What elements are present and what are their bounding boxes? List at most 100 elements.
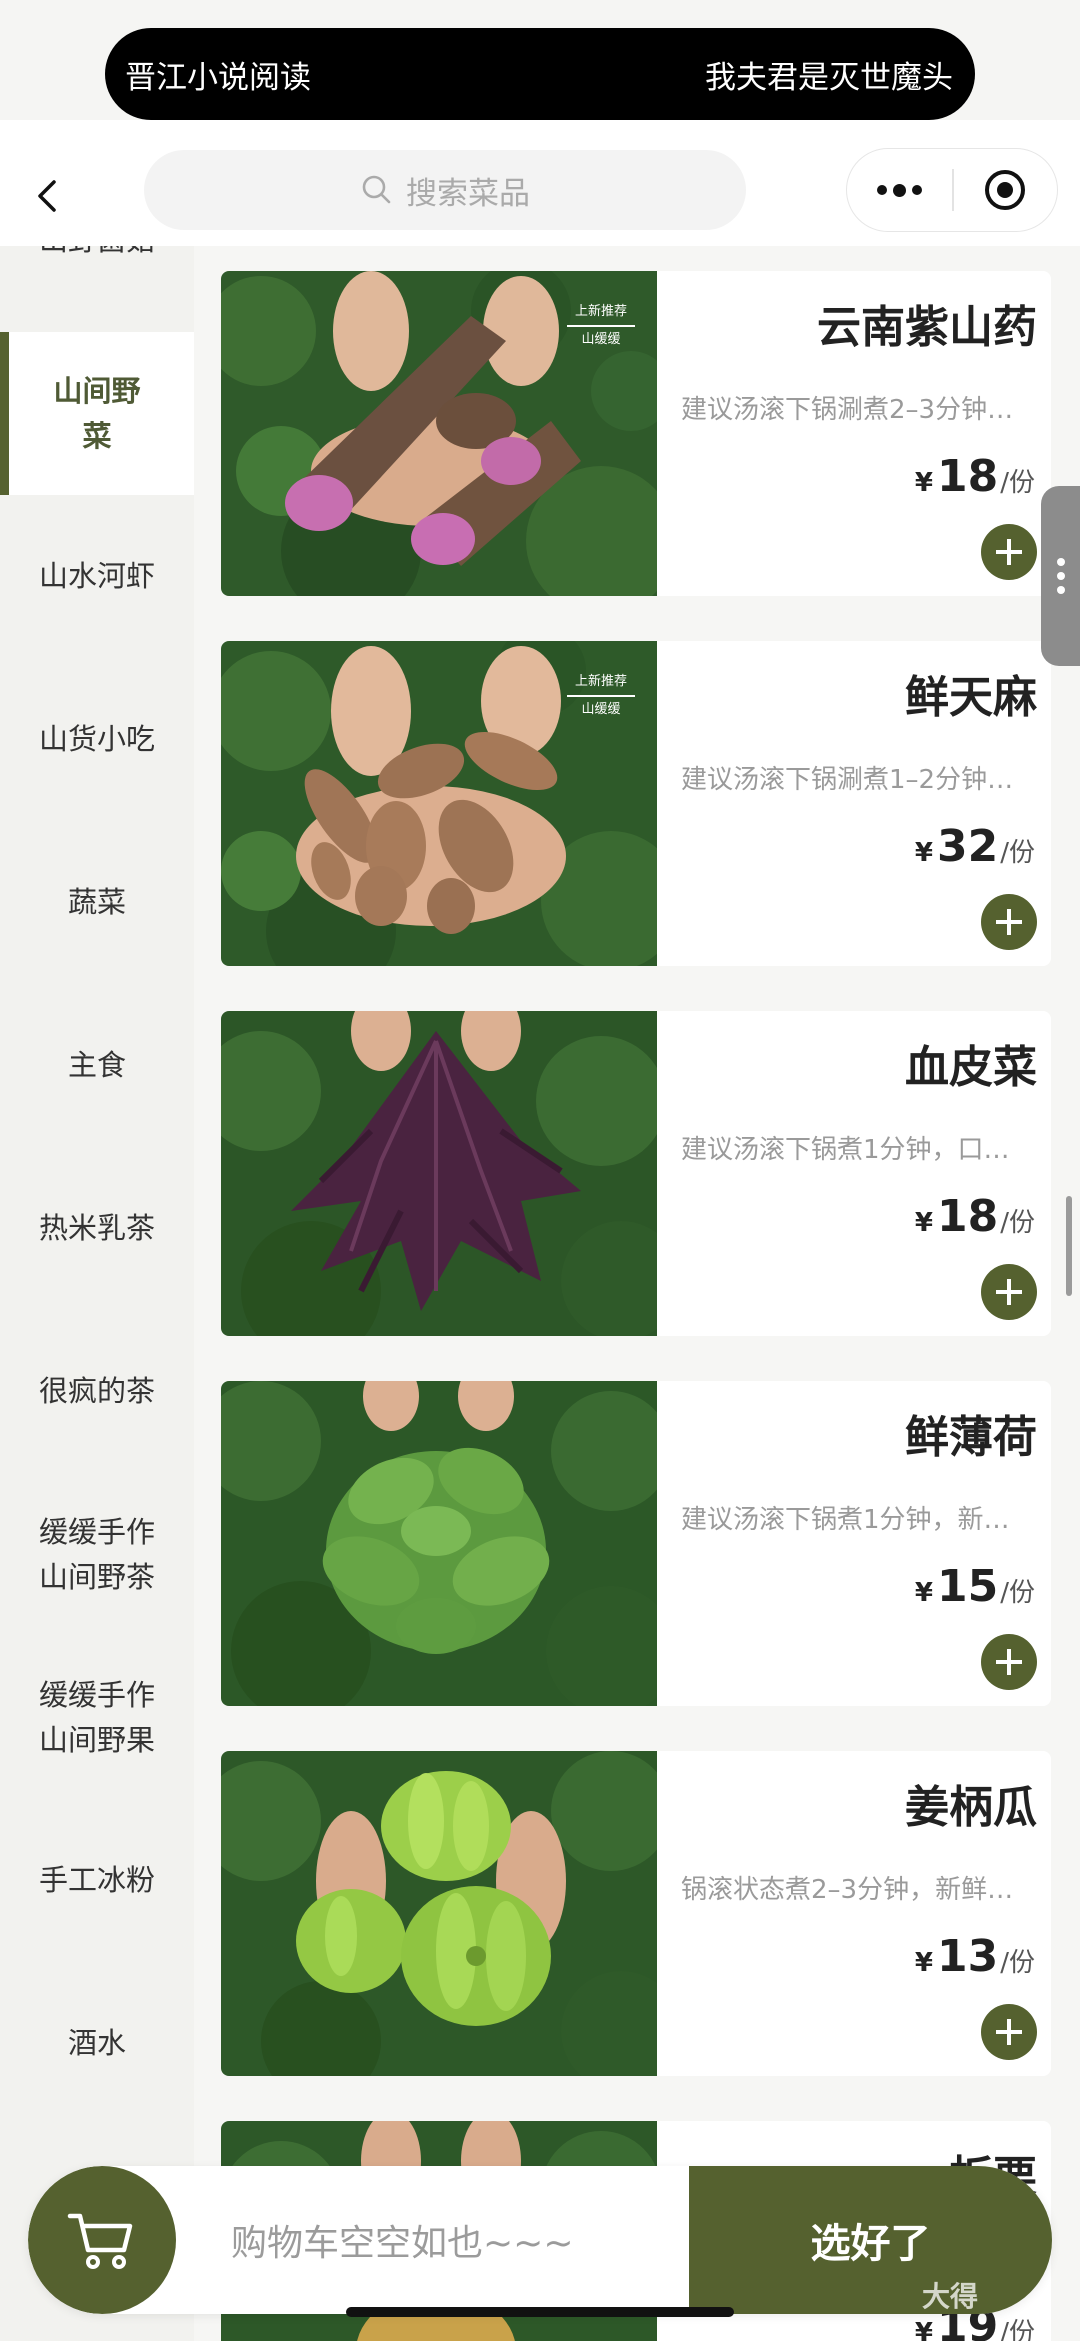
- more-button[interactable]: [847, 183, 952, 197]
- handle-dot-icon: [1056, 572, 1065, 580]
- price-unit: /份: [1000, 468, 1035, 498]
- chevron-left-icon: [38, 180, 56, 212]
- cart-button[interactable]: [28, 2166, 176, 2314]
- add-to-cart-button[interactable]: [981, 1264, 1037, 1320]
- sidebar-item-label: 主食: [67, 1048, 126, 1082]
- product-image: [221, 1751, 657, 2076]
- price-unit: /份: [1000, 1948, 1035, 1978]
- product-card[interactable]: 鲜薄荷 建议汤滚下锅煮1分钟，新鲜清凉 ¥ 15 /份: [221, 1381, 1051, 1706]
- price-unit: /份: [1000, 1578, 1035, 1608]
- price-currency: ¥: [914, 1208, 933, 1238]
- plus-icon: [996, 1279, 1022, 1305]
- add-to-cart-button[interactable]: [981, 2004, 1037, 2060]
- product-price: ¥ 18 /份: [915, 1191, 1035, 1242]
- product-list: 上新推荐 山缓缓 云南紫山药 建议汤滚下锅涮煮2–3分钟，口感软糯 ¥ 18 /…: [194, 246, 1080, 2341]
- price-value: 15: [937, 1561, 999, 1612]
- plus-icon: [996, 909, 1022, 935]
- sidebar-item-rice-milk-tea[interactable]: 热米乳茶: [0, 1147, 194, 1310]
- add-to-cart-button[interactable]: [981, 1634, 1037, 1690]
- product-price: ¥ 15 /份: [915, 1561, 1035, 1612]
- sidebar-item-drinks[interactable]: 酒水: [0, 1962, 194, 2125]
- floating-menu-handle[interactable]: [1041, 486, 1080, 666]
- product-image: 上新推荐 山缓缓: [221, 641, 657, 966]
- sidebar-item-label: 缓缓手作山间野茶: [38, 1514, 155, 1594]
- product-image: 上新推荐 山缓缓: [221, 271, 657, 596]
- price-value: 18: [937, 451, 999, 502]
- price-currency: ¥: [914, 468, 933, 498]
- product-card[interactable]: 血皮菜 建议汤滚下锅煮1分钟，口感清香 ¥ 18 /份: [221, 1011, 1051, 1336]
- handle-dot-icon: [1056, 586, 1065, 594]
- product-description: 建议汤滚下锅煮1分钟，口感清香: [681, 1135, 1021, 1165]
- cart-bar: 购物车空空如也~~~ 选好了: [28, 2166, 1052, 2314]
- shopping-cart-icon: [67, 2213, 133, 2269]
- badge-divider: [567, 325, 635, 327]
- header: 搜索菜品: [0, 120, 1080, 246]
- sidebar-item-crazy-tea[interactable]: 很疯的茶: [0, 1310, 194, 1473]
- product-name: 姜柄瓜: [905, 1782, 1037, 1833]
- sidebar-item-ice-jelly[interactable]: 手工冰粉: [0, 1799, 194, 1962]
- plus-icon: [996, 1649, 1022, 1675]
- product-name: 鲜薄荷: [905, 1412, 1037, 1463]
- price-unit: /份: [1000, 2318, 1035, 2341]
- target-icon: [985, 170, 1026, 210]
- home-indicator[interactable]: [346, 2307, 734, 2317]
- sidebar-item-handmade-wild-fruit[interactable]: 缓缓手作山间野果: [0, 1636, 194, 1799]
- badge-title: 上新推荐: [574, 674, 627, 689]
- sidebar-item-wild-greens[interactable]: 山间野菜: [0, 332, 194, 495]
- new-arrival-badge: 上新推荐 山缓缓: [561, 671, 641, 721]
- watermark: 大得: [922, 2280, 979, 2313]
- scrollbar[interactable]: [1066, 1196, 1072, 1296]
- sidebar-item-label: 山野菌菇: [39, 246, 155, 263]
- sidebar-item-label: 山货小吃: [38, 722, 155, 756]
- product-price: ¥ 32 /份: [915, 821, 1035, 872]
- sidebar-item-snacks[interactable]: 山货小吃: [0, 658, 194, 821]
- product-name: 云南紫山药: [817, 302, 1037, 353]
- sidebar-item-label: 山间野菜: [53, 373, 141, 453]
- add-to-cart-button[interactable]: [981, 524, 1037, 580]
- close-miniprogram-button[interactable]: [954, 167, 1057, 213]
- search-icon: [362, 175, 391, 204]
- notification-banner[interactable]: 晋江小说阅读 我夫君是灭世魔头: [105, 28, 975, 120]
- back-button[interactable]: [28, 176, 68, 216]
- sidebar-item-mushroom[interactable]: 山野菌菇: [0, 246, 194, 280]
- product-description: 建议汤滚下锅涮煮2–3分钟，口感软糯: [681, 395, 1021, 425]
- sidebar-item-label: 酒水: [67, 2026, 126, 2060]
- product-description: 建议汤滚下锅煮1分钟，新鲜清凉: [681, 1505, 1021, 1535]
- sidebar-item-label: 手工冰粉: [38, 1863, 155, 1897]
- product-price: ¥ 13 /份: [915, 1931, 1035, 1982]
- more-dot-icon: [893, 183, 907, 197]
- sidebar-item-label: 缓缓手作山间野果: [38, 1677, 155, 1757]
- sidebar-item-label: 热米乳茶: [38, 1211, 155, 1245]
- product-card[interactable]: 上新推荐 山缓缓 云南紫山药 建议汤滚下锅涮煮2–3分钟，口感软糯 ¥ 18 /…: [221, 271, 1051, 596]
- cart-empty-text: 购物车空空如也~~~: [231, 2223, 574, 2264]
- badge-brand: 山缓缓: [581, 701, 621, 717]
- sidebar-item-handmade-wild-tea[interactable]: 缓缓手作山间野茶: [0, 1473, 194, 1636]
- add-to-cart-button[interactable]: [981, 894, 1037, 950]
- product-card[interactable]: 上新推荐 山缓缓 鲜天麻 建议汤滚下锅涮煮1–2分钟，口感爽脆 ¥ 32 /份: [221, 641, 1051, 966]
- price-value: 13: [937, 1931, 999, 1982]
- sidebar-item-label: 蔬菜: [67, 885, 126, 919]
- price-unit: /份: [1000, 1208, 1035, 1238]
- banner-app-name: 晋江小说阅读: [125, 59, 311, 96]
- miniprogram-capsule: [846, 148, 1058, 232]
- badge-brand: 山缓缓: [581, 331, 621, 347]
- category-sidebar: 山野菌菇 山间野菜 山水河虾 山货小吃 蔬菜 主食 热米乳茶 很疯的茶 缓缓手作…: [0, 246, 194, 2341]
- sidebar-item-label: 山水河虾: [38, 559, 155, 593]
- sidebar-item-river-shrimp[interactable]: 山水河虾: [0, 495, 194, 658]
- price-currency: ¥: [914, 1948, 933, 1978]
- product-image: [221, 1011, 657, 1336]
- product-image: [221, 1381, 657, 1706]
- banner-message: 我夫君是灭世魔头: [705, 59, 953, 96]
- search-input[interactable]: 搜索菜品: [144, 150, 746, 230]
- new-arrival-badge: 上新推荐 山缓缓: [561, 301, 641, 351]
- product-name: 鲜天麻: [905, 672, 1037, 723]
- product-name: 血皮菜: [905, 1042, 1037, 1093]
- price-value: 32: [937, 821, 999, 872]
- product-description: 建议汤滚下锅涮煮1–2分钟，口感爽脆: [681, 765, 1021, 795]
- sidebar-item-staple[interactable]: 主食: [0, 984, 194, 1147]
- sidebar-item-vegetables[interactable]: 蔬菜: [0, 821, 194, 984]
- more-dot-icon: [877, 185, 888, 195]
- plus-icon: [996, 2019, 1022, 2045]
- checkout-button[interactable]: 选好了: [689, 2166, 1052, 2314]
- product-card[interactable]: 姜柄瓜 锅滚状态煮2–3分钟，新鲜脆爽 ¥ 13 /份: [221, 1751, 1051, 2076]
